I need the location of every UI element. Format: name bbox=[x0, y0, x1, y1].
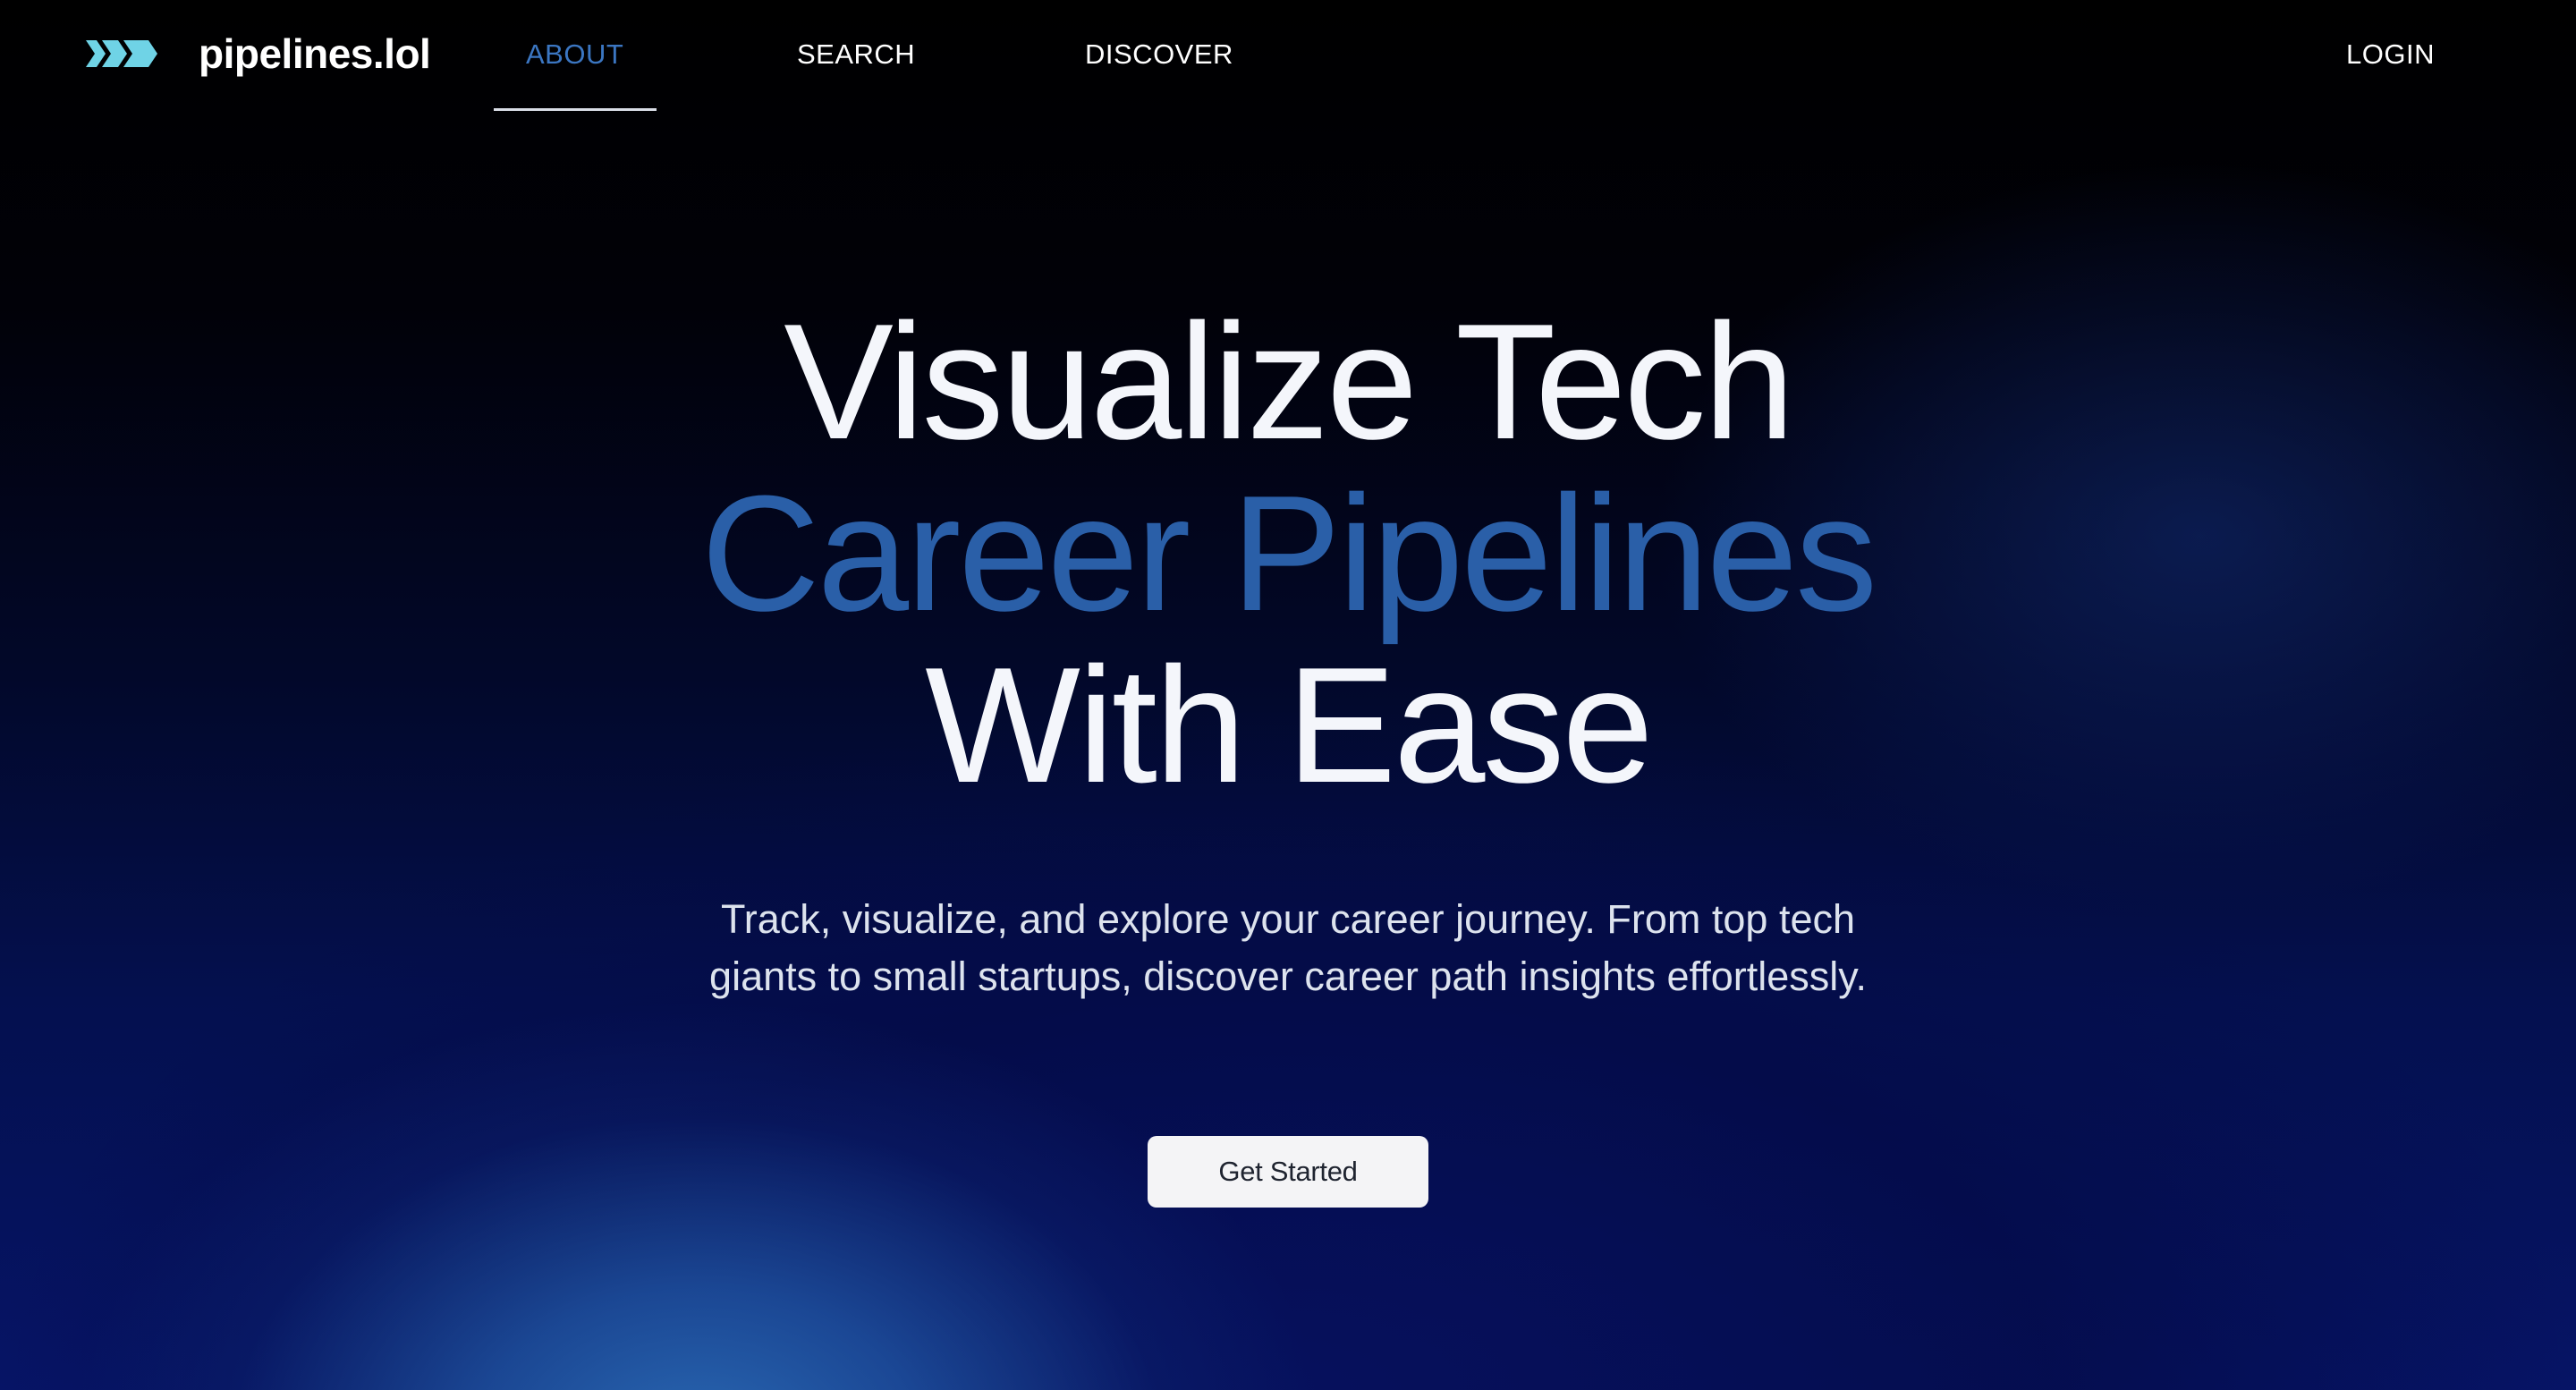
hero-title: Visualize Tech Career Pipelines With Eas… bbox=[0, 295, 2576, 810]
top-navigation: pipelines.lol ABOUT SEARCH DISCOVER LOGI… bbox=[0, 0, 2576, 111]
hero-title-line-3: With Ease bbox=[925, 632, 1654, 817]
hero-title-highlight: Career Pipelines bbox=[700, 461, 1877, 645]
triple-chevron-logo-icon[interactable] bbox=[86, 40, 157, 67]
brand-name[interactable]: pipelines.lol bbox=[199, 27, 431, 81]
nav-discover-link[interactable]: DISCOVER bbox=[1085, 34, 1233, 75]
hero-subtitle: Track, visualize, and explore your caree… bbox=[662, 891, 1914, 1005]
hero-subtitle-line-1: Track, visualize, and explore your caree… bbox=[720, 896, 1856, 942]
active-tab-underline bbox=[494, 108, 657, 111]
nav-search-link[interactable]: SEARCH bbox=[797, 34, 915, 75]
nav-about-link[interactable]: ABOUT bbox=[526, 34, 623, 75]
get-started-button[interactable]: Get Started bbox=[1148, 1136, 1428, 1208]
hero-subtitle-line-2: giants to small startups, discover caree… bbox=[709, 954, 1867, 999]
login-link[interactable]: LOGIN bbox=[2346, 34, 2435, 75]
hero-title-line-1: Visualize Tech bbox=[784, 289, 1795, 473]
